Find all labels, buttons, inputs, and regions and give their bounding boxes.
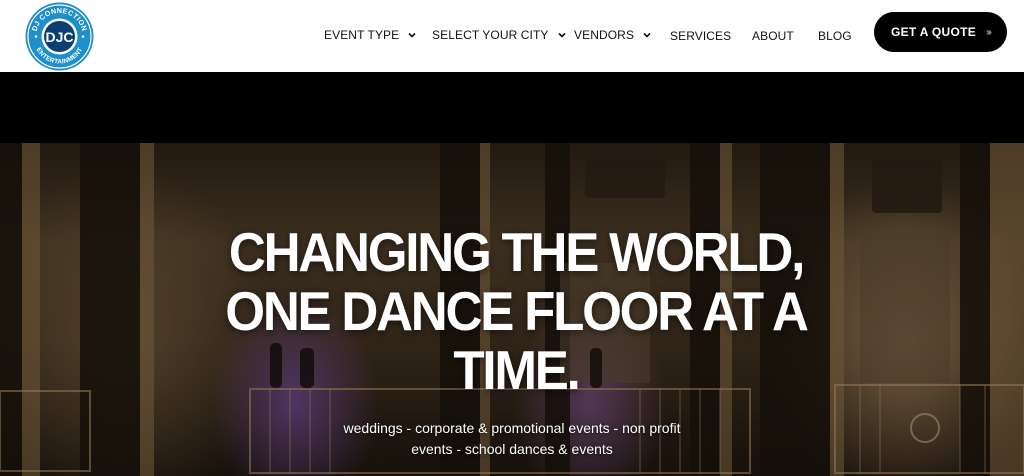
nav-item-label: BLOG (818, 29, 852, 43)
nav-item-label: ABOUT (752, 29, 794, 43)
chevron-down-icon (408, 32, 416, 38)
site-header: DJC DJ CONNECTION ENTERTAINMENT EVENT TY… (0, 0, 1024, 72)
nav-item-services[interactable]: SERVICES (670, 27, 731, 45)
hero-subtitle: weddings - corporate & promotional event… (343, 420, 681, 457)
nav-item-event-type[interactable]: EVENT TYPE (324, 26, 417, 44)
hero-title: CHANGING THE WORLD, ONE DANCE FLOOR AT A… (225, 221, 809, 401)
nav-item-label: VENDORS (574, 28, 635, 42)
main-nav: EVENT TYPE SELECT YOUR CITY VENDORS SERV… (0, 0, 1024, 72)
nav-item-blog[interactable]: BLOG (818, 27, 852, 45)
nav-item-label: SERVICES (670, 29, 732, 43)
nav-item-label: SELECT YOUR CITY (432, 28, 549, 42)
chevron-down-icon (643, 32, 651, 38)
get-a-quote-button[interactable]: GET A QUOTE ››› (874, 12, 1007, 52)
nav-item-select-your-city[interactable]: SELECT YOUR CITY (432, 26, 567, 44)
nav-item-about[interactable]: ABOUT (752, 27, 794, 45)
hero-section: CHANGING THE WORLD, ONE DANCE FLOOR AT A… (0, 143, 1024, 476)
black-banner-band (0, 72, 1024, 143)
get-a-quote-label: GET A QUOTE (890, 25, 977, 39)
chevron-down-icon (557, 32, 566, 38)
double-chevron-right-icon: ››› (986, 26, 992, 38)
nav-item-label: EVENT TYPE (324, 28, 400, 42)
nav-item-vendors[interactable]: VENDORS (574, 26, 652, 44)
